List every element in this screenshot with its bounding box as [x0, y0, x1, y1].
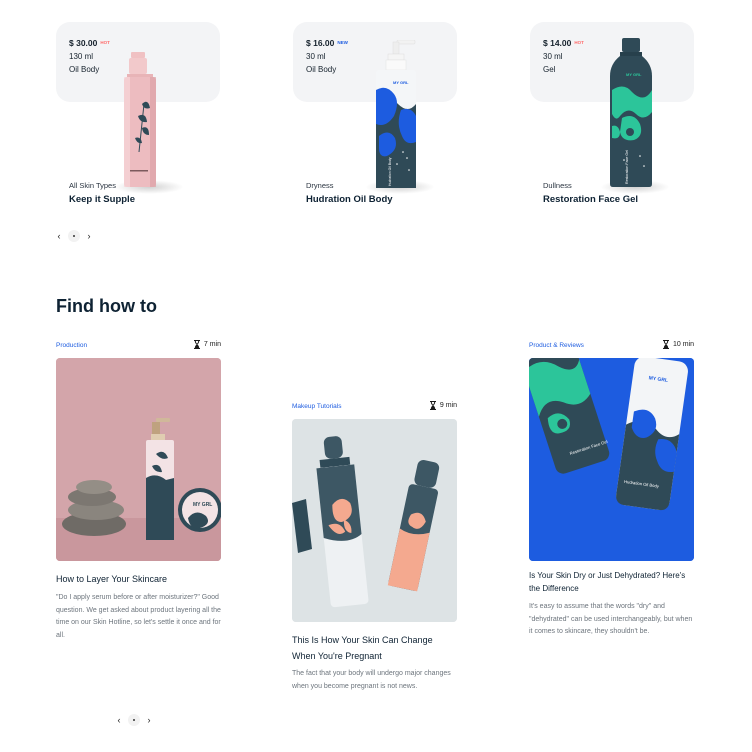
hot-badge: HOT: [100, 40, 110, 45]
product-price: $ 14.00: [543, 38, 572, 48]
product-name[interactable]: Restoration Face Gel: [543, 194, 638, 205]
product-type: Gel: [543, 65, 556, 74]
carousel-next-button[interactable]: ›: [144, 714, 154, 726]
article-excerpt: "Do I apply serum before or after moistu…: [56, 594, 221, 639]
product-carousel-controls: ‹ ›: [54, 230, 94, 242]
hourglass-icon: [429, 401, 436, 410]
product-meta: $ 30.00 HOT 130 ml Oil Body: [69, 37, 110, 76]
article-carousel-controls: ‹ ›: [114, 714, 154, 726]
article-title[interactable]: How to Layer Your Skincare: [56, 571, 167, 587]
product-name[interactable]: Hudration Oil Body: [306, 194, 393, 205]
product-meta: $ 14.00 HOT 30 ml Gel: [543, 37, 584, 76]
bottle-label: Hudration Oil Body: [388, 157, 392, 186]
product-meta: $ 16.00 NEW 30 ml Oil Body: [306, 37, 348, 76]
article-excerpt: It's easy to assume that the words "dry"…: [529, 603, 693, 635]
bottle-logo: MY GRL: [626, 72, 642, 77]
carousel-indicator[interactable]: [128, 714, 140, 726]
product-category: Dryness: [306, 181, 334, 190]
hourglass-icon: [193, 340, 200, 349]
hourglass-icon: [662, 340, 669, 349]
product-price: $ 30.00: [69, 38, 98, 48]
blue-pump-bottle-image: MY GRL Hudration Oil Body: [373, 39, 423, 195]
product-name[interactable]: Keep it Supple: [69, 194, 135, 205]
product-volume: 30 ml: [306, 52, 326, 61]
read-time-value: 10 min: [672, 341, 694, 348]
product-category: Dullness: [543, 181, 572, 190]
article-category[interactable]: Production: [56, 342, 87, 349]
article-excerpt: The fact that your body will undergo maj…: [292, 670, 451, 690]
product-volume: 30 ml: [543, 52, 563, 61]
article-thumbnail[interactable]: [292, 419, 457, 622]
article-title[interactable]: This Is How Your Skin Can Change When Yo…: [292, 632, 457, 664]
article-category[interactable]: Makeup Tutorials: [292, 403, 342, 410]
product-price: $ 16.00: [306, 38, 335, 48]
carousel-indicator[interactable]: [68, 230, 80, 242]
article-thumbnail[interactable]: Restoration Face Gel MY GRL Hudration Oi…: [529, 358, 694, 561]
carousel-prev-button[interactable]: ‹: [114, 714, 124, 726]
section-title: Find how to: [56, 296, 157, 316]
bottle-label: Restoration Face Gel: [625, 150, 629, 184]
article-title[interactable]: Is Your Skin Dry or Just Dehydrated? Her…: [529, 569, 694, 595]
bottle-logo: MY GRL: [393, 80, 409, 85]
carousel-prev-button[interactable]: ‹: [54, 230, 64, 242]
product-type: Oil Body: [69, 65, 100, 74]
carousel-dot: [132, 718, 136, 722]
teal-gel-bottle-image: MY GRL Restoration Face Gel: [610, 38, 654, 193]
new-badge: NEW: [337, 40, 348, 45]
carousel-next-button[interactable]: ›: [84, 230, 94, 242]
hot-badge: HOT: [574, 40, 584, 45]
carousel-dot: [72, 234, 76, 238]
read-time: 10 min: [662, 340, 694, 349]
read-time-value: 7 min: [203, 341, 221, 348]
read-time-value: 9 min: [439, 402, 457, 409]
product-type: Oil Body: [306, 65, 337, 74]
product-volume: 130 ml: [69, 52, 94, 61]
pink-spray-bottle-image: [120, 52, 160, 192]
jar-logo: MY GRL: [193, 502, 212, 508]
article-thumbnail[interactable]: MY GRL: [56, 358, 221, 561]
read-time: 7 min: [193, 340, 221, 349]
article-category[interactable]: Product & Reviews: [529, 342, 584, 349]
product-category: All Skin Types: [69, 181, 116, 190]
read-time: 9 min: [429, 401, 457, 410]
